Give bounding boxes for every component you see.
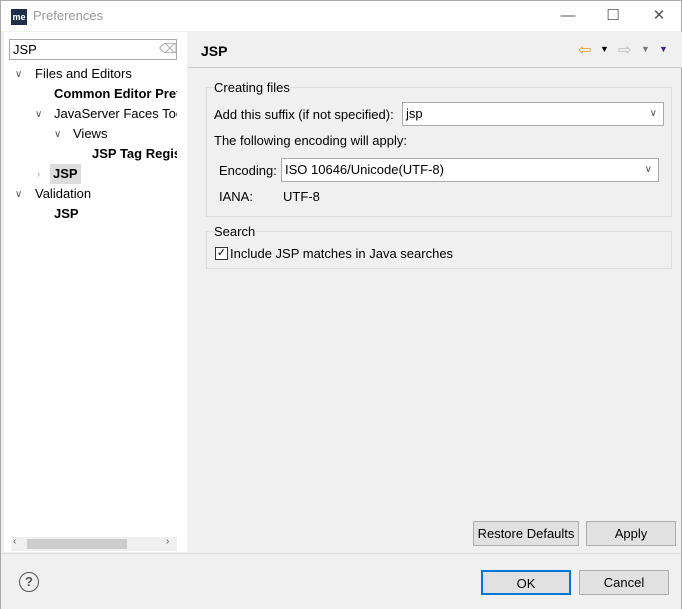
app-logo: me xyxy=(11,9,27,25)
tree-item-files-and-editors[interactable]: Files and Editors xyxy=(35,64,132,84)
minimize-icon[interactable]: — xyxy=(557,5,579,27)
encoding-note: The following encoding will apply: xyxy=(214,133,407,148)
page-title: JSP xyxy=(201,43,228,59)
iana-label: IANA: xyxy=(219,189,253,204)
dialog-footer: ? OK Cancel xyxy=(1,553,681,609)
chevron-down-icon[interactable]: ∨ xyxy=(15,69,22,80)
help-icon[interactable]: ? xyxy=(19,572,39,592)
preference-tree: ∨ Files and Editors Common Editor Prefer… xyxy=(11,64,177,234)
group-legend: Creating files xyxy=(213,80,291,95)
iana-value: UTF-8 xyxy=(283,189,320,204)
page-header: JSP ⇦ ▼ ⇨ ▼ ▼ xyxy=(188,32,682,68)
suffix-combo[interactable]: jsp ∨ xyxy=(402,102,664,126)
include-jsp-checkbox[interactable]: ✓ xyxy=(215,247,228,260)
chevron-right-icon[interactable]: › xyxy=(37,169,40,180)
view-menu-icon[interactable]: ▼ xyxy=(659,44,668,54)
maximize-icon[interactable]: ☐ xyxy=(602,5,624,27)
combo-value: jsp xyxy=(406,106,423,121)
back-arrow-icon[interactable]: ⇦ xyxy=(578,40,591,60)
group-legend: Search xyxy=(213,224,257,239)
ok-button[interactable]: OK xyxy=(481,570,571,595)
filter-input[interactable] xyxy=(9,39,177,60)
chevron-down-icon[interactable]: ∨ xyxy=(35,109,42,120)
creating-files-group: Creating files Add this suffix (if not s… xyxy=(206,80,672,217)
forward-arrow-icon[interactable]: ⇨ xyxy=(618,40,631,60)
checkbox-label[interactable]: Include JSP matches in Java searches xyxy=(230,246,453,261)
search-group: Search ✓ Include JSP matches in Java sea… xyxy=(206,224,672,269)
tree-item-jsp-selected[interactable]: JSP xyxy=(50,164,81,184)
combo-value: ISO 10646/Unicode(UTF-8) xyxy=(285,162,444,177)
chevron-down-icon[interactable]: ∨ xyxy=(15,189,22,200)
forward-dropdown-icon[interactable]: ▼ xyxy=(641,44,650,54)
apply-button[interactable]: Apply xyxy=(586,521,676,546)
tree-item-jsf-tools[interactable]: JavaServer Faces Tools xyxy=(54,104,177,124)
preferences-window: me Preferences — ☐ ✕ ⌫ ∨ Files and Edito… xyxy=(0,0,682,609)
scrollbar-thumb[interactable] xyxy=(27,539,127,549)
tree-item-validation-jsp[interactable]: JSP xyxy=(54,204,79,224)
tree-item-views[interactable]: Views xyxy=(73,124,107,144)
tree-item-jsp-tag-registry[interactable]: JSP Tag Registry xyxy=(92,144,177,164)
restore-defaults-button[interactable]: Restore Defaults xyxy=(473,521,579,546)
chevron-down-icon: ∨ xyxy=(644,164,652,175)
suffix-label: Add this suffix (if not specified): xyxy=(214,107,394,122)
preference-page: JSP ⇦ ▼ ⇨ ▼ ▼ Creating files Add this su… xyxy=(188,32,682,552)
cancel-button[interactable]: Cancel xyxy=(579,570,669,595)
tree-item-validation[interactable]: Validation xyxy=(35,184,91,204)
back-dropdown-icon[interactable]: ▼ xyxy=(600,44,609,54)
chevron-down-icon[interactable]: ∨ xyxy=(54,129,61,140)
sidebar-scrollbar[interactable]: ‹ › xyxy=(11,536,177,551)
encoding-combo[interactable]: ISO 10646/Unicode(UTF-8) ∨ xyxy=(281,158,659,182)
tree-item-common-editor[interactable]: Common Editor Preferences xyxy=(54,84,177,104)
title-bar: me Preferences — ☐ ✕ xyxy=(1,1,681,31)
window-title: Preferences xyxy=(33,8,104,23)
clear-filter-icon[interactable]: ⌫ xyxy=(159,41,177,57)
encoding-label: Encoding: xyxy=(219,163,277,178)
close-icon[interactable]: ✕ xyxy=(648,5,670,27)
chevron-down-icon: ∨ xyxy=(649,108,657,119)
